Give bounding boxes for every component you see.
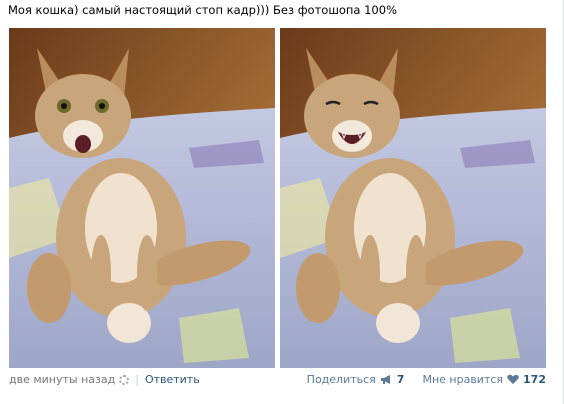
post-footer: две минуты назад | Ответить Поделиться 7… <box>9 373 546 391</box>
like-button[interactable]: Мне нравится <box>422 373 503 386</box>
post-caption: Моя кошка) самый настоящий стоп кадр))) … <box>8 3 397 17</box>
heart-icon[interactable] <box>507 374 519 385</box>
share-button[interactable]: Поделиться <box>307 373 376 386</box>
photo-cat-eyes-closed[interactable] <box>280 28 546 368</box>
post-time[interactable]: две минуты назад <box>9 373 115 386</box>
megaphone-icon[interactable] <box>380 374 393 385</box>
wall-post: Моя кошка) самый настоящий стоп кадр))) … <box>0 0 564 404</box>
post-actions: Поделиться 7 Мне нравится 172 <box>307 373 546 386</box>
photo-cat-eyes-open[interactable] <box>9 28 275 368</box>
like-count[interactable]: 172 <box>523 373 546 386</box>
separator: | <box>135 373 139 386</box>
share-count[interactable]: 7 <box>397 373 405 386</box>
reply-link[interactable]: Ответить <box>145 373 200 386</box>
post-meta: две минуты назад | Ответить <box>9 373 200 386</box>
gear-icon[interactable] <box>119 374 130 385</box>
